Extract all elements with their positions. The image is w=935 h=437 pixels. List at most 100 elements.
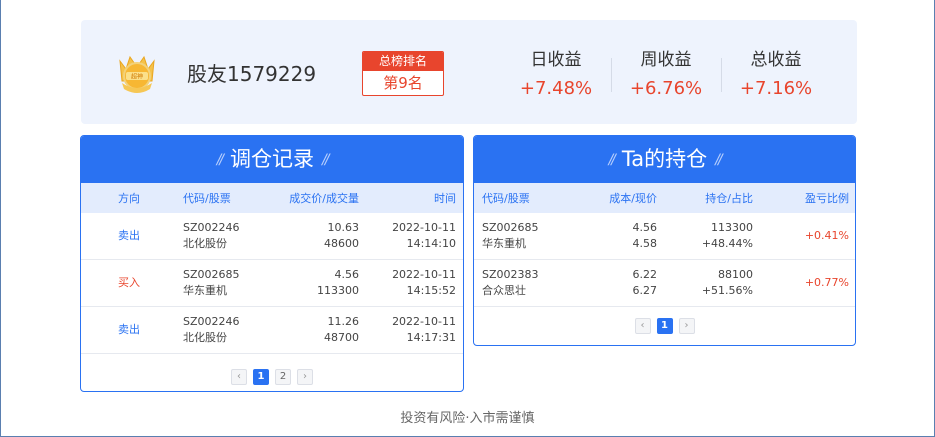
stock-code: SZ002246 [183, 221, 240, 234]
prev-page-button[interactable]: ‹ [634, 318, 651, 334]
svg-text:超神: 超神 [131, 73, 143, 81]
stock-cell: SZ002685 华东重机 [177, 267, 259, 299]
cost-price-cell: 6.22 6.27 [574, 267, 658, 299]
table-row[interactable]: SZ002383 合众思壮 6.22 6.27 88100 +51.56% +0… [474, 260, 855, 307]
position-ratio: +48.44% [701, 237, 753, 250]
slash-decoration-icon: // [322, 151, 330, 168]
stock-cell: SZ002246 北化股份 [177, 220, 259, 252]
pnl-ratio: +0.41% [804, 229, 849, 242]
stock-name: 华东重机 [482, 237, 526, 250]
cost-price-cell: 4.56 4.58 [574, 220, 658, 252]
price-volume-cell: 11.26 48700 [259, 314, 359, 346]
trade-volume: 48600 [324, 237, 359, 250]
trade-time: 14:17:31 [406, 331, 456, 344]
stat-total: 总收益 +7.16% [721, 48, 831, 108]
position-cell: 113300 +48.44% [657, 220, 753, 252]
page-button-1[interactable]: 1 [253, 369, 269, 385]
stock-name: 合众思壮 [482, 284, 526, 297]
stock-code: SZ002685 [183, 268, 240, 281]
trade-price: 10.63 [327, 221, 360, 234]
stat-value: +7.48% [519, 78, 593, 99]
table-row[interactable]: SZ002685 华东重机 4.56 4.58 113300 +48.44% +… [474, 213, 855, 260]
column-header: 成交价/成交量 [289, 192, 359, 205]
position-shares: 88100 [718, 268, 753, 281]
column-header: 时间 [434, 192, 456, 205]
column-header: 持仓/占比 [705, 192, 753, 205]
trade-direction: 卖出 [118, 229, 140, 242]
panel-title: 调仓记录 [230, 147, 314, 171]
time-cell: 2022-10-11 14:15:52 [359, 267, 456, 299]
prev-page-button[interactable]: ‹ [231, 369, 247, 385]
stat-value: +7.16% [739, 78, 813, 99]
panel-header: // 调仓记录 // [81, 136, 463, 183]
column-header: 方向 [118, 192, 140, 205]
trade-time: 14:15:52 [406, 284, 456, 297]
slash-decoration-icon: // [216, 151, 225, 168]
trade-price: 11.26 [327, 315, 360, 328]
cost-value: 4.56 [632, 221, 658, 234]
pagination: ‹ 1 2 › [81, 354, 463, 391]
column-header: 代码/股票 [183, 192, 231, 205]
stock-name: 华东重机 [183, 284, 227, 297]
stock-code: SZ002246 [183, 315, 240, 328]
trade-volume: 113300 [317, 284, 359, 297]
username: 股友1579229 [187, 62, 317, 86]
trade-date: 2022-10-11 [392, 315, 456, 328]
column-header: 代码/股票 [482, 192, 530, 205]
stock-code: SZ002383 [482, 268, 539, 281]
column-header: 盈亏比例 [805, 192, 849, 205]
position-cell: 88100 +51.56% [657, 267, 753, 299]
stat-label: 周收益 [640, 50, 692, 70]
column-header: 成本/现价 [609, 192, 657, 205]
rank-title: 总榜排名 [363, 52, 443, 71]
time-cell: 2022-10-11 14:17:31 [359, 314, 456, 346]
profile-card: 超神 股友1579229 总榜排名 第9名 日收益 +7.48% 周收益 +6.… [81, 20, 857, 124]
page-button-1[interactable]: 1 [656, 318, 673, 334]
pagination: ‹ 1 › [474, 307, 855, 345]
stock-name: 北化股份 [183, 331, 227, 344]
position-ratio: +51.56% [701, 284, 753, 297]
stock-code: SZ002685 [482, 221, 539, 234]
cost-value: 6.22 [632, 268, 658, 281]
time-cell: 2022-10-11 14:14:10 [359, 220, 456, 252]
next-page-button[interactable]: › [297, 369, 313, 385]
stock-cell: SZ002685 华东重机 [474, 220, 574, 252]
slash-decoration-icon: // [715, 151, 723, 168]
holdings-panel: // Ta的持仓 // 代码/股票 成本/现价 持仓/占比 盈亏比例 SZ00268… [473, 135, 856, 346]
gold-medal-icon: 超神 [112, 47, 162, 97]
stat-label: 总收益 [750, 50, 802, 70]
trade-date: 2022-10-11 [392, 268, 456, 281]
stock-cell: SZ002246 北化股份 [177, 314, 259, 346]
stat-value: +6.76% [629, 78, 703, 99]
stat-daily: 日收益 +7.48% [501, 48, 611, 108]
price-volume-cell: 10.63 48600 [259, 220, 359, 252]
table-row[interactable]: 卖出 SZ002246 北化股份 10.63 48600 2022-10-11 … [81, 213, 463, 260]
trade-history-panel: // 调仓记录 // 方向 代码/股票 成交价/成交量 时间 卖出 SZ002246… [80, 135, 464, 392]
stock-cell: SZ002383 合众思壮 [474, 267, 574, 299]
trade-price: 4.56 [334, 268, 360, 281]
rank-badge: 总榜排名 第9名 [362, 51, 444, 96]
next-page-button[interactable]: › [678, 318, 695, 334]
slash-decoration-icon: // [608, 151, 616, 168]
price-volume-cell: 4.56 113300 [259, 267, 359, 299]
current-price: 4.58 [632, 237, 658, 250]
stat-label: 日收益 [530, 50, 582, 70]
return-stats: 日收益 +7.48% 周收益 +6.76% 总收益 +7.16% [501, 48, 831, 108]
page-button-2[interactable]: 2 [275, 369, 291, 385]
table-header: 代码/股票 成本/现价 持仓/占比 盈亏比例 [474, 183, 855, 213]
rank-value: 第9名 [383, 74, 423, 92]
trade-direction: 买入 [118, 276, 140, 289]
table-row[interactable]: 卖出 SZ002246 北化股份 11.26 48700 2022-10-11 … [81, 307, 463, 354]
panel-title: Ta的持仓 [621, 147, 708, 171]
risk-disclaimer: 投资有风险·入市需谨慎 [400, 411, 535, 426]
trade-date: 2022-10-11 [392, 221, 456, 234]
pnl-ratio: +0.77% [804, 276, 849, 289]
current-price: 6.27 [632, 284, 658, 297]
position-shares: 113300 [711, 221, 753, 234]
stat-weekly: 周收益 +6.76% [611, 48, 721, 108]
trade-time: 14:14:10 [406, 237, 456, 250]
trade-volume: 48700 [324, 331, 359, 344]
panel-header: // Ta的持仓 // [474, 136, 855, 183]
stock-name: 北化股份 [183, 237, 227, 250]
table-row[interactable]: 买入 SZ002685 华东重机 4.56 113300 2022-10-11 … [81, 260, 463, 307]
